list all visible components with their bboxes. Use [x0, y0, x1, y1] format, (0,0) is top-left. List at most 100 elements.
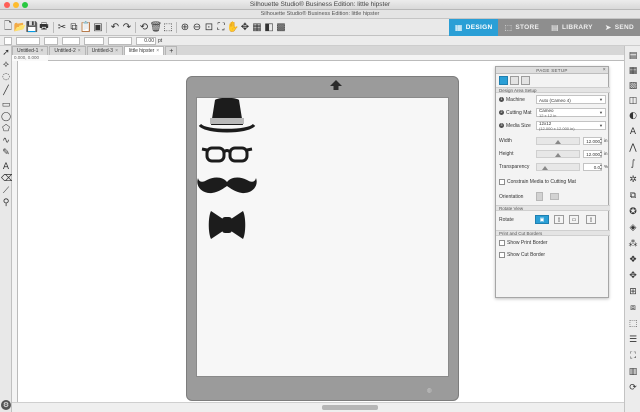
text-style-icon[interactable]: A: [627, 126, 639, 138]
curve-tool-icon[interactable]: ∿: [1, 136, 11, 146]
replicate-icon[interactable]: ✲: [627, 174, 639, 186]
shadow-icon[interactable]: ◧: [263, 21, 275, 33]
save-icon[interactable]: 💾: [26, 21, 38, 33]
doc-tab-untitled-2[interactable]: Untitled-2 ×: [49, 46, 86, 55]
show-print-border-checkbox[interactable]: [499, 239, 505, 246]
rectangle-tool-icon[interactable]: ▭: [1, 100, 11, 110]
sketch-icon[interactable]: ⋀: [627, 142, 639, 154]
line-tool-icon[interactable]: ╱: [1, 86, 11, 96]
media-size-dropdown[interactable]: 12x12 (12.000 x 12.000 in) ▼: [536, 121, 606, 130]
page-setup-icon[interactable]: ▤: [627, 50, 639, 62]
rotate-270-button[interactable]: ▯: [586, 215, 596, 224]
library-sync-icon[interactable]: ⟳: [627, 382, 639, 394]
nesting-icon[interactable]: ❖: [627, 254, 639, 266]
fill-icon[interactable]: ▩: [275, 21, 287, 33]
text-tool-icon[interactable]: A: [1, 162, 11, 172]
landscape-orientation-icon[interactable]: [550, 193, 559, 200]
tab-design[interactable]: ▦ DESIGN: [448, 19, 499, 36]
line-weight-dropdown[interactable]: [108, 37, 132, 45]
tab-library[interactable]: ▤ LIBRARY: [545, 19, 599, 36]
cutting-mat-dropdown[interactable]: Cameo 12 x 12 in ▼: [536, 108, 606, 117]
offset-icon[interactable]: ✪: [627, 206, 639, 218]
cut-icon[interactable]: ✂: [56, 21, 68, 33]
line-style-dropdown[interactable]: [16, 37, 40, 45]
new-document-icon[interactable]: 🗋: [2, 21, 14, 33]
tab-design-area[interactable]: [499, 76, 508, 85]
rotate-0-button[interactable]: ▣: [535, 215, 549, 224]
eraser-tool-icon[interactable]: ⌫: [1, 174, 14, 184]
eyeglasses-shape[interactable]: [201, 146, 253, 163]
paste-icon[interactable]: 📋: [80, 21, 92, 33]
weld-icon[interactable]: ✥: [627, 270, 639, 282]
design-page[interactable]: [196, 97, 449, 377]
eyedropper-tool-icon[interactable]: ⚲: [1, 198, 11, 208]
rotate-180-button[interactable]: ▭: [569, 215, 579, 224]
tab-send[interactable]: ➤ SEND: [598, 19, 640, 36]
height-spinner-icon[interactable]: ▴ ▾: [600, 150, 602, 158]
paste-front-icon[interactable]: ▣: [92, 21, 104, 33]
portrait-orientation-icon[interactable]: [536, 192, 543, 201]
transparency-slider[interactable]: [536, 163, 580, 171]
knife-tool-icon[interactable]: ⟋: [1, 186, 11, 196]
tab-store[interactable]: ⬚ STORE: [498, 19, 546, 36]
scrollbar-thumb[interactable]: [322, 405, 378, 410]
panel-close-icon[interactable]: ×: [603, 67, 606, 74]
pencil-tool-icon[interactable]: ✎: [1, 148, 11, 158]
move-drag-icon[interactable]: ✥: [239, 21, 251, 33]
doc-tab-untitled-1[interactable]: Untitled-1 ×: [12, 46, 49, 55]
horizontal-scrollbar[interactable]: [12, 402, 624, 412]
copy-icon[interactable]: ⧉: [68, 21, 80, 33]
grid-icon[interactable]: ▦: [251, 21, 263, 33]
undo-icon[interactable]: ↶: [109, 21, 121, 33]
redo-icon[interactable]: ↷: [121, 21, 133, 33]
print-icon[interactable]: 🖶: [38, 21, 50, 33]
pan-hand-icon[interactable]: ✋: [227, 21, 239, 33]
layers-icon[interactable]: ☰: [627, 334, 639, 346]
lasso-tool-icon[interactable]: ◌: [1, 72, 11, 82]
width-spinner-icon[interactable]: ▴ ▾: [600, 137, 602, 145]
zoom-in-icon[interactable]: ⊕: [179, 21, 191, 33]
slider-knob[interactable]: [555, 140, 561, 144]
fill-panel-icon[interactable]: ◫: [627, 95, 639, 107]
pixscan-icon[interactable]: ⛶: [627, 350, 639, 362]
open-folder-icon[interactable]: 📂: [14, 21, 26, 33]
new-tab-button[interactable]: +: [165, 46, 178, 55]
line-color-icon[interactable]: ◐: [627, 110, 639, 122]
select-all-icon[interactable]: ⬚: [162, 21, 174, 33]
modify-icon[interactable]: ⧉: [627, 190, 639, 202]
trash-icon[interactable]: 🗑: [150, 21, 163, 33]
trace-icon[interactable]: ◈: [627, 222, 639, 234]
show-cut-border-checkbox[interactable]: [499, 251, 505, 258]
curve-panel-icon[interactable]: ∫: [627, 158, 639, 170]
point-edit-tool-icon[interactable]: ⟡: [1, 60, 11, 70]
scale-icon[interactable]: ⬚: [627, 318, 639, 330]
doc-tab-little-hipster[interactable]: little hipster ×: [123, 46, 165, 55]
fill-swatch[interactable]: [4, 37, 12, 45]
transform-icon[interactable]: ⧈: [627, 302, 639, 314]
slider-knob[interactable]: [555, 153, 561, 157]
height-slider[interactable]: [536, 150, 580, 158]
dash-style-dropdown[interactable]: [84, 37, 104, 45]
zoom-fit-icon[interactable]: ⛶: [215, 21, 227, 33]
slider-knob[interactable]: [542, 166, 548, 170]
zoom-out-icon[interactable]: ⊖: [191, 21, 203, 33]
rotate-90-button[interactable]: ▯: [554, 215, 564, 224]
width-slider[interactable]: [536, 137, 580, 145]
zoom-selection-icon[interactable]: ⊡: [203, 21, 215, 33]
line-join-dropdown[interactable]: [44, 37, 58, 45]
mustache-shape[interactable]: [197, 177, 257, 194]
settings-gear-icon[interactable]: ⚙: [1, 400, 11, 410]
shape-library-icon[interactable]: ▧: [627, 80, 639, 92]
align-icon[interactable]: ⊞: [627, 286, 639, 298]
doc-tab-untitled-3[interactable]: Untitled-3 ×: [86, 46, 123, 55]
line-cap-dropdown[interactable]: [62, 37, 80, 45]
select-tool-icon[interactable]: ➚: [1, 48, 11, 58]
line-width-input[interactable]: 0.00: [136, 37, 156, 45]
fedora-hat-shape[interactable]: [198, 98, 256, 133]
constrain-media-checkbox[interactable]: [499, 178, 505, 185]
print-cut-icon[interactable]: ▥: [627, 366, 639, 378]
tab-registration-marks[interactable]: [510, 76, 519, 85]
polygon-tool-icon[interactable]: ⬠: [1, 124, 11, 134]
rhinestone-icon[interactable]: ⁂: [627, 238, 639, 250]
refresh-icon[interactable]: ⟲: [138, 21, 150, 33]
